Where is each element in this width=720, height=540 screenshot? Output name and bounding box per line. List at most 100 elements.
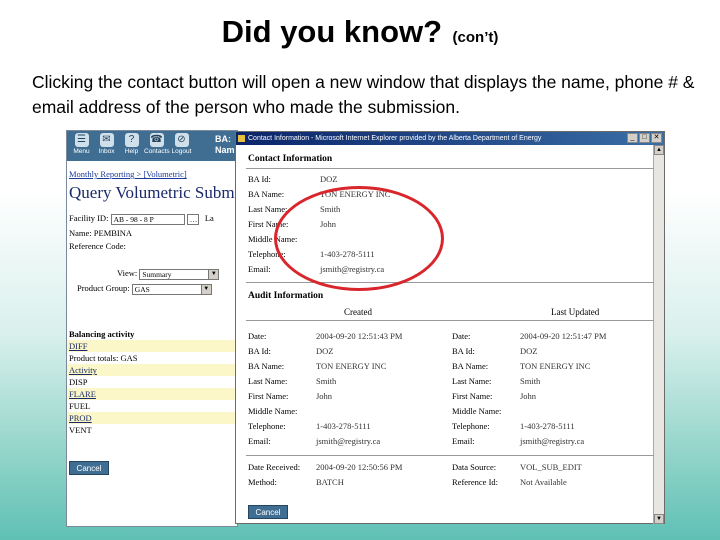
chevron-down-icon: ▼ bbox=[208, 269, 219, 279]
date-received-label: Date Received: bbox=[248, 462, 301, 472]
view-select[interactable]: Summary ▼ bbox=[139, 268, 220, 280]
divider bbox=[246, 320, 654, 321]
list-item[interactable]: PROD bbox=[67, 412, 237, 424]
contact-label: Email: bbox=[248, 264, 271, 274]
scroll-up-icon[interactable]: ▲ bbox=[654, 145, 664, 155]
list-item[interactable]: DIFF bbox=[67, 340, 237, 352]
audit-heading: Audit Information bbox=[248, 291, 324, 301]
contact-ba-id: DOZ bbox=[320, 174, 338, 184]
data-source-value: VOL_SUB_EDIT bbox=[520, 462, 582, 472]
list-item[interactable]: DISP bbox=[67, 376, 237, 388]
view-row: View: Summary ▼ bbox=[117, 268, 220, 280]
nav-inbox-label: Inbox bbox=[98, 148, 115, 155]
maximize-icon[interactable]: □ bbox=[639, 133, 650, 143]
created-label: Email: bbox=[248, 436, 271, 446]
logout-icon: ⊘ bbox=[174, 133, 189, 147]
created-heading: Created bbox=[344, 307, 372, 317]
menu-icon: ☰ bbox=[74, 133, 89, 147]
popup-title-bar: Contact Information - Microsoft Internet… bbox=[236, 132, 664, 145]
facility-value: AB - 98 - 8 P bbox=[113, 214, 154, 224]
created-ba-id: DOZ bbox=[316, 346, 334, 356]
slide-title: Did you know? (con’t) bbox=[0, 14, 720, 50]
vertical-scrollbar[interactable]: ▲ ▼ bbox=[653, 145, 664, 524]
updated-date: 2004-09-20 12:51:47 PM bbox=[520, 331, 607, 341]
popup-window-title: Contact Information - Microsoft Internet… bbox=[248, 135, 542, 142]
list-item: Activity bbox=[67, 364, 237, 376]
created-ba-name: TON ENERGY INC bbox=[316, 361, 387, 371]
reference-id-value: Not Available bbox=[520, 477, 567, 487]
created-label: BA Id: bbox=[248, 346, 271, 356]
divider bbox=[246, 282, 654, 283]
chevron-down-icon: ▼ bbox=[200, 284, 211, 294]
product-group-label: Product Group: bbox=[77, 283, 130, 293]
nav-help-button[interactable]: ? Help bbox=[119, 133, 144, 155]
product-group-value: GAS bbox=[134, 284, 150, 294]
created-last-name: Smith bbox=[316, 376, 337, 386]
close-icon[interactable]: ✕ bbox=[651, 133, 662, 143]
ba-label: BA: bbox=[215, 134, 231, 144]
contact-label: BA Name: bbox=[248, 189, 285, 199]
product-group-select[interactable]: GAS ▼ bbox=[131, 283, 212, 295]
created-label: Last Name: bbox=[248, 376, 288, 386]
divider bbox=[246, 168, 654, 169]
created-label: Telephone: bbox=[248, 421, 286, 431]
updated-heading: Last Updated bbox=[551, 307, 600, 317]
name-label: Nam bbox=[215, 145, 235, 155]
app-nav-bar: ☰ Menu ✉ Inbox ? Help ☎ Contacts ⊘ Logout bbox=[67, 131, 237, 161]
created-telephone: 1-403-278-5111 bbox=[316, 421, 371, 431]
updated-label: Telephone: bbox=[452, 421, 490, 431]
facility-input[interactable]: AB - 98 - 8 P bbox=[110, 213, 185, 225]
scroll-down-icon[interactable]: ▼ bbox=[654, 514, 664, 524]
created-label: First Name: bbox=[248, 391, 289, 401]
minimize-icon[interactable]: _ bbox=[627, 133, 638, 143]
contact-label: Last Name: bbox=[248, 204, 288, 214]
data-source-label: Data Source: bbox=[452, 462, 497, 472]
nav-inbox-button[interactable]: ✉ Inbox bbox=[94, 133, 119, 155]
view-label: View: bbox=[117, 268, 138, 278]
updated-ba-id: DOZ bbox=[520, 346, 538, 356]
contact-heading: Contact Information bbox=[248, 154, 333, 164]
created-label: BA Name: bbox=[248, 361, 285, 371]
list-item: Product totals: GAS bbox=[67, 352, 237, 364]
created-date: 2004-09-20 12:51:43 PM bbox=[316, 331, 403, 341]
updated-first-name: John bbox=[520, 391, 537, 401]
slide-title-suffix: (con’t) bbox=[452, 29, 499, 46]
slide-title-main: Did you know? bbox=[221, 14, 443, 49]
nav-menu-label: Menu bbox=[73, 148, 90, 155]
list-item[interactable]: VENT bbox=[67, 424, 237, 436]
contacts-icon: ☎ bbox=[149, 133, 164, 147]
updated-ba-name: TON ENERGY INC bbox=[520, 361, 591, 371]
nav-logout-button[interactable]: ⊘ Logout bbox=[169, 133, 194, 155]
method-label: Method: bbox=[248, 477, 277, 487]
updated-label: Last Name: bbox=[452, 376, 492, 386]
nav-help-label: Help bbox=[124, 148, 139, 155]
inbox-icon: ✉ bbox=[99, 133, 114, 147]
list-item: Balancing activity bbox=[67, 328, 237, 340]
list-item[interactable]: FLARE bbox=[67, 388, 237, 400]
view-select-value: Summary bbox=[142, 269, 172, 279]
ie-window-icon bbox=[238, 135, 245, 142]
slide-body-text: Clicking the contact button will open a … bbox=[32, 72, 695, 117]
updated-label: BA Name: bbox=[452, 361, 489, 371]
updated-label: BA Id: bbox=[452, 346, 475, 356]
list-item[interactable]: FUEL bbox=[67, 400, 237, 412]
facility-label: Facility ID: bbox=[69, 213, 109, 223]
breadcrumb[interactable]: Monthly Reporting > [Volumetric] bbox=[69, 169, 187, 179]
updated-label: Email: bbox=[452, 436, 475, 446]
nav-contacts-button[interactable]: ☎ Contacts bbox=[144, 133, 170, 155]
contact-info-window: Contact Information - Microsoft Internet… bbox=[235, 131, 665, 524]
app-window: ☰ Menu ✉ Inbox ? Help ☎ Contacts ⊘ Logout BA:… bbox=[66, 130, 238, 527]
nav-contacts-label: Contacts bbox=[144, 148, 170, 155]
facility-suffix: La bbox=[204, 213, 214, 223]
page-title: Query Volumetric Submi bbox=[69, 183, 238, 202]
app-cancel-button[interactable]: Cancel bbox=[69, 461, 109, 475]
nav-logout-label: Logout bbox=[171, 148, 192, 155]
popup-cancel-button[interactable]: Cancel bbox=[248, 505, 288, 519]
created-label: Date: bbox=[248, 331, 267, 341]
facility-lookup-button[interactable]: … bbox=[186, 213, 199, 225]
nav-menu-button[interactable]: ☰ Menu bbox=[69, 133, 94, 155]
reference-id-label: Reference Id: bbox=[452, 477, 499, 487]
updated-telephone: 1-403-278-5111 bbox=[520, 421, 575, 431]
created-label: Middle Name: bbox=[248, 406, 298, 416]
updated-label: Middle Name: bbox=[452, 406, 502, 416]
